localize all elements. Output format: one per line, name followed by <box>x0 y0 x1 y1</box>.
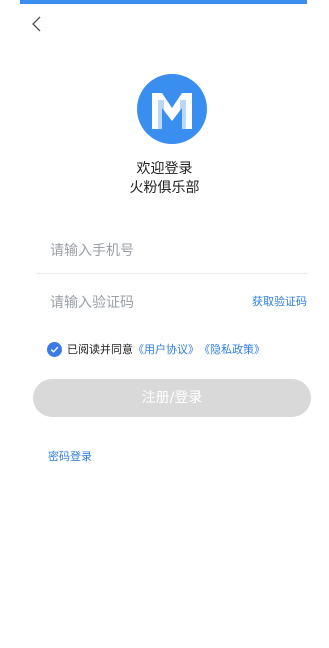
register-login-button[interactable]: 注册/登录 <box>33 379 311 417</box>
agreement-text: 已阅读并同意 <box>67 343 133 356</box>
get-code-button[interactable]: 获取验证码 <box>252 293 307 309</box>
divider <box>36 273 308 274</box>
code-input[interactable]: 请输入验证码 <box>50 292 134 312</box>
password-login-link[interactable]: 密码登录 <box>48 448 92 464</box>
agreement-row: 已阅读并同意 《用户协议》 《隐私政策》 <box>47 341 265 357</box>
privacy-policy-link[interactable]: 《隐私政策》 <box>199 341 265 357</box>
welcome-title: 欢迎登录 <box>136 161 193 177</box>
chevron-left-icon <box>32 16 41 32</box>
welcome-subtitle: 火粉俱乐部 <box>129 180 200 196</box>
check-icon <box>50 346 59 353</box>
phone-input[interactable]: 请输入手机号 <box>50 240 134 260</box>
back-button[interactable] <box>28 12 48 36</box>
app-logo <box>137 74 207 144</box>
user-agreement-link[interactable]: 《用户协议》 <box>133 341 199 357</box>
top-accent-bar <box>20 0 307 4</box>
agreement-checkbox[interactable] <box>47 341 62 357</box>
